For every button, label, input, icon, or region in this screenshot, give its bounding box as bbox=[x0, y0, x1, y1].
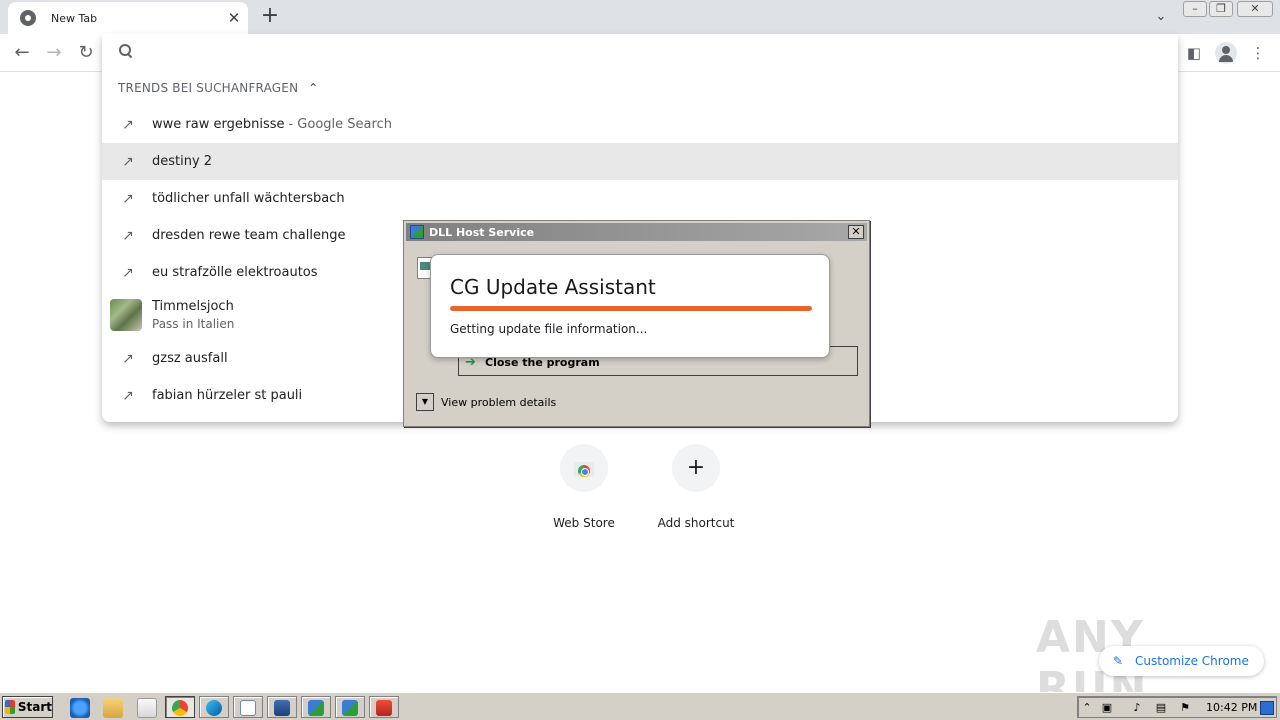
trending-icon: ↗ bbox=[122, 264, 134, 281]
chevron-up-icon[interactable]: ⌃ bbox=[308, 81, 318, 95]
new-tab-button[interactable]: + bbox=[258, 4, 282, 28]
update-assistant-popup: CG Update Assistant Getting update file … bbox=[430, 254, 830, 358]
volume-icon[interactable]: ♪ bbox=[1130, 701, 1144, 715]
web-store-icon bbox=[574, 459, 594, 477]
taskbar-dll-host-1[interactable] bbox=[301, 696, 331, 718]
tray-expand-icon[interactable]: ⌃ bbox=[1080, 701, 1094, 715]
trending-icon: ↗ bbox=[122, 227, 134, 244]
shortcut-tile: + bbox=[672, 444, 720, 492]
close-window-button[interactable]: ✕ bbox=[1237, 1, 1273, 17]
trends-header-label: TRENDS BEI SUCHANFRAGEN bbox=[118, 81, 299, 95]
omnibox-input[interactable] bbox=[146, 40, 1046, 64]
progress-bar bbox=[450, 306, 812, 311]
installer-icon bbox=[376, 700, 392, 716]
shortcut-label: Add shortcut bbox=[657, 516, 735, 530]
tab-strip: New Tab ✕ + ⌄ – ❐ ✕ bbox=[0, 0, 1280, 34]
side-panel-icon[interactable]: ◧ bbox=[1182, 41, 1206, 65]
windows-flag-icon bbox=[5, 700, 15, 714]
trending-icon: ↗ bbox=[122, 116, 134, 133]
progress-bar-fill bbox=[450, 306, 812, 311]
start-label: Start bbox=[17, 700, 52, 714]
suggestion-text: gzsz ausfall bbox=[152, 351, 228, 366]
pencil-icon: ✎ bbox=[1113, 654, 1124, 668]
search-icon bbox=[119, 44, 133, 58]
popup-title: CG Update Assistant bbox=[450, 275, 656, 299]
dll-host-icon bbox=[342, 700, 358, 716]
explorer-folder-icon[interactable] bbox=[103, 698, 123, 718]
chrome-favicon-icon bbox=[20, 10, 36, 26]
taskbar-dll-host-2[interactable] bbox=[335, 696, 365, 718]
suggestion-item-selected[interactable]: ↗ destiny 2 bbox=[102, 143, 1178, 180]
window-icon bbox=[240, 700, 256, 716]
forward-icon[interactable]: → bbox=[42, 41, 66, 65]
trending-icon: ↗ bbox=[122, 350, 134, 367]
display-icon[interactable]: ▤ bbox=[1154, 701, 1168, 715]
start-button[interactable]: Start bbox=[2, 696, 53, 718]
back-icon[interactable]: ← bbox=[10, 41, 34, 65]
taskbar-chrome[interactable] bbox=[165, 696, 195, 718]
suggestion-text: wwe raw ergebnisse bbox=[152, 117, 285, 132]
taskbar-edge[interactable] bbox=[199, 696, 229, 718]
suggestion-subtext: Pass in Italien bbox=[152, 317, 235, 331]
dialog-title: DLL Host Service bbox=[429, 225, 535, 239]
shortcut-tile bbox=[560, 444, 608, 492]
suggestion-suffix: - Google Search bbox=[288, 117, 392, 132]
tab-search-chevron-icon[interactable]: ⌄ bbox=[1150, 6, 1172, 28]
trending-icon: ↗ bbox=[122, 190, 134, 207]
view-problem-details[interactable]: ▼ View problem details bbox=[416, 393, 556, 411]
plus-icon: + bbox=[686, 455, 706, 480]
suggestion-item[interactable]: ↗ wwe raw ergebnisse - Google Search bbox=[102, 106, 1178, 143]
suggestion-text: Timmelsjoch bbox=[152, 299, 234, 314]
shortcut-web-store[interactable]: Web Store bbox=[534, 444, 634, 530]
dialog-close-icon[interactable]: ✕ bbox=[848, 225, 864, 239]
view-details-label: View problem details bbox=[441, 395, 557, 409]
tab-title: New Tab bbox=[51, 11, 98, 25]
trending-icon: ↗ bbox=[122, 153, 134, 170]
trends-header[interactable]: TRENDS BEI SUCHANFRAGEN ⌃ bbox=[118, 80, 319, 96]
reload-icon[interactable]: ↻ bbox=[74, 41, 98, 65]
suggestion-text: eu strafzölle elektroautos bbox=[152, 265, 318, 280]
restore-button[interactable]: ❐ bbox=[1209, 1, 1233, 17]
shortcut-label: Web Store bbox=[553, 516, 615, 530]
suggestion-thumbnail bbox=[110, 299, 142, 331]
taskbar-window[interactable] bbox=[233, 696, 263, 718]
taskbar: Start ⌃ ▣ ♪ ▤ ⚑ 10:42 PM bbox=[0, 692, 1280, 720]
show-desktop-icon[interactable] bbox=[1260, 701, 1274, 715]
trending-icon: ↗ bbox=[122, 387, 134, 404]
menu-kebab-icon[interactable]: ⋮ bbox=[1246, 41, 1270, 65]
taskbar-calculator[interactable] bbox=[267, 696, 297, 718]
avatar-icon bbox=[1215, 42, 1237, 64]
chrome-icon bbox=[172, 700, 188, 716]
internet-explorer-icon[interactable] bbox=[70, 698, 90, 718]
suggestion-item[interactable]: ↗ tödlicher unfall wächtersbach bbox=[102, 180, 1178, 217]
dialog-app-icon bbox=[410, 225, 424, 239]
expand-details-icon[interactable]: ▼ bbox=[416, 393, 434, 411]
dialog-titlebar[interactable]: DLL Host Service ✕ bbox=[406, 223, 867, 241]
suggestion-text: dresden rewe team challenge bbox=[152, 228, 346, 243]
suggestion-text: destiny 2 bbox=[152, 154, 213, 169]
calculator-icon bbox=[274, 700, 290, 716]
media-player-icon[interactable] bbox=[137, 698, 157, 718]
popup-status: Getting update file information... bbox=[450, 322, 648, 336]
omnibox bbox=[102, 34, 1178, 70]
shortcut-add[interactable]: + Add shortcut bbox=[646, 444, 746, 530]
tab-new-tab[interactable]: New Tab ✕ bbox=[8, 2, 248, 34]
customize-chrome-button[interactable]: ✎ Customize Chrome bbox=[1099, 646, 1264, 676]
action-center-flag-icon[interactable]: ⚑ bbox=[1178, 701, 1192, 715]
dll-host-icon bbox=[308, 700, 324, 716]
clock[interactable]: 10:42 PM bbox=[1206, 701, 1257, 714]
green-arrow-icon: ➔ bbox=[465, 355, 476, 370]
suggestion-text: tödlicher unfall wächtersbach bbox=[152, 191, 345, 206]
profile-button[interactable] bbox=[1214, 41, 1238, 65]
tab-close-icon[interactable]: ✕ bbox=[220, 9, 248, 27]
taskbar-installer[interactable] bbox=[369, 696, 399, 718]
suggestion-text: fabian hürzeler st pauli bbox=[152, 388, 303, 403]
customize-chrome-label: Customize Chrome bbox=[1135, 654, 1249, 668]
edge-icon bbox=[206, 700, 222, 716]
system-tray: ⌃ ▣ ♪ ▤ ⚑ 10:42 PM bbox=[1077, 696, 1277, 718]
minimize-button[interactable]: – bbox=[1183, 1, 1207, 17]
network-icon[interactable]: ▣ bbox=[1100, 701, 1114, 715]
